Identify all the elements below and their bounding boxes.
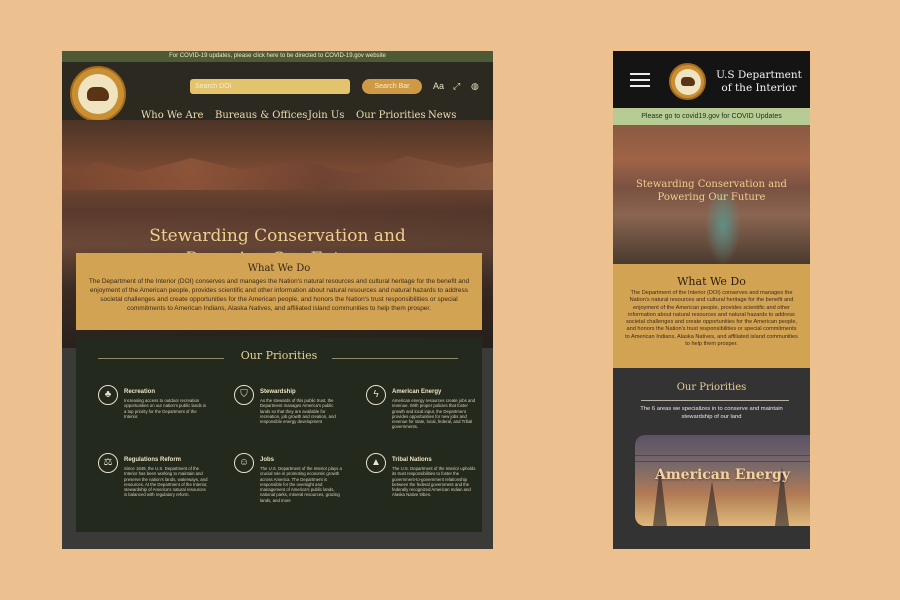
doi-seal-logo[interactable]	[70, 66, 126, 122]
tree-icon: ♣	[98, 385, 118, 405]
mobile-mockup: U.S Department of the Interior Please go…	[613, 51, 810, 549]
power-line	[635, 461, 810, 462]
hero-title: Stewarding Conservation and Powering Our…	[613, 178, 810, 204]
desktop-mockup: For COVID-19 updates, please click here …	[62, 51, 493, 549]
priorities-subtitle: The 6 areas we specializes in to conserv…	[640, 406, 783, 420]
hamburger-menu-icon[interactable]	[630, 73, 650, 87]
priority-desc: The U.S. Department of the Interior play…	[260, 466, 342, 503]
priority-title: Stewardship	[260, 389, 296, 395]
hero-title-line2: Powering Our Future	[657, 192, 766, 203]
mobile-header: U.S Department of the Interior	[613, 51, 810, 108]
lightning-icon: ϟ	[366, 385, 386, 405]
what-we-do-section: What We Do The Department of the Interio…	[76, 253, 482, 330]
what-we-do-title: What We Do	[677, 275, 746, 288]
site-header: Search DOI Search Bar Aa ⤢ ◍ Who We Are …	[62, 62, 493, 122]
scales-icon: ⚖	[98, 453, 118, 473]
priority-title: American Energy	[392, 389, 442, 395]
priorities-section: Our Priorities The 6 areas we specialize…	[613, 368, 810, 549]
covid-banner-link[interactable]: Please go to covid19.gov for COVID Updat…	[613, 108, 810, 125]
priority-desc: American energy resources create jobs an…	[392, 398, 476, 430]
site-title: U.S Department of the Interior	[713, 69, 805, 95]
priorities-title: Our Priorities	[240, 349, 318, 362]
canyon-image	[62, 156, 493, 190]
priority-title: Jobs	[260, 457, 275, 463]
hero-banner: Stewarding Conservation and Powering Our…	[613, 125, 810, 264]
priority-title: Recreation	[124, 389, 156, 395]
bison-icon	[680, 77, 695, 86]
expand-icon[interactable]: ⤢	[453, 80, 460, 92]
search-input[interactable]: Search DOI	[190, 79, 350, 94]
text-size-icon[interactable]: Aa	[433, 80, 444, 92]
priority-title: Regulations Reform	[124, 457, 182, 463]
priority-desc: Increasing access to outdoor recreation …	[124, 398, 207, 419]
priority-desc: The U.S. Department of the Interior upho…	[392, 466, 476, 498]
shield-icon: ⛉	[234, 385, 254, 405]
what-we-do-body: The Department of the Interior (DOI) con…	[88, 278, 470, 312]
globe-icon[interactable]: ◍	[471, 80, 479, 92]
priority-title: Tribal Nations	[392, 457, 432, 463]
hero-title-line1: Stewarding Conservation and	[149, 226, 406, 246]
what-we-do-title: What We Do	[247, 263, 311, 274]
doi-seal-logo[interactable]	[669, 63, 706, 100]
site-title-line1: U.S Department	[716, 69, 802, 81]
priorities-section: Our Priorities ♣ Recreation Increasing a…	[76, 337, 482, 532]
what-we-do-body: The Department of the Interior (DOI) con…	[625, 290, 798, 348]
priorities-title: Our Priorities	[676, 382, 747, 393]
hero-title-line1: Stewarding Conservation and	[636, 179, 787, 190]
bison-icon	[87, 87, 109, 101]
priority-desc: Since 1849, the U.S. Department of the I…	[124, 466, 208, 498]
search-button[interactable]: Search Bar	[362, 79, 422, 94]
divider-right	[332, 358, 458, 359]
priority-desc: As the stewards of this public trust, th…	[260, 398, 336, 425]
mountains-icon: ▲	[366, 453, 386, 473]
site-title-line2: of the Interior	[721, 82, 797, 94]
covid-banner-link[interactable]: For COVID-19 updates, please click here …	[62, 51, 493, 62]
power-line	[635, 455, 810, 456]
what-we-do-section: What We Do The Department of the Interio…	[613, 264, 810, 368]
power-tower-icon	[705, 481, 719, 526]
priority-card-american-energy[interactable]: American Energy	[635, 435, 810, 526]
priority-card-label: American Energy	[655, 467, 790, 483]
divider	[641, 400, 789, 401]
people-icon: ☺	[234, 453, 254, 473]
